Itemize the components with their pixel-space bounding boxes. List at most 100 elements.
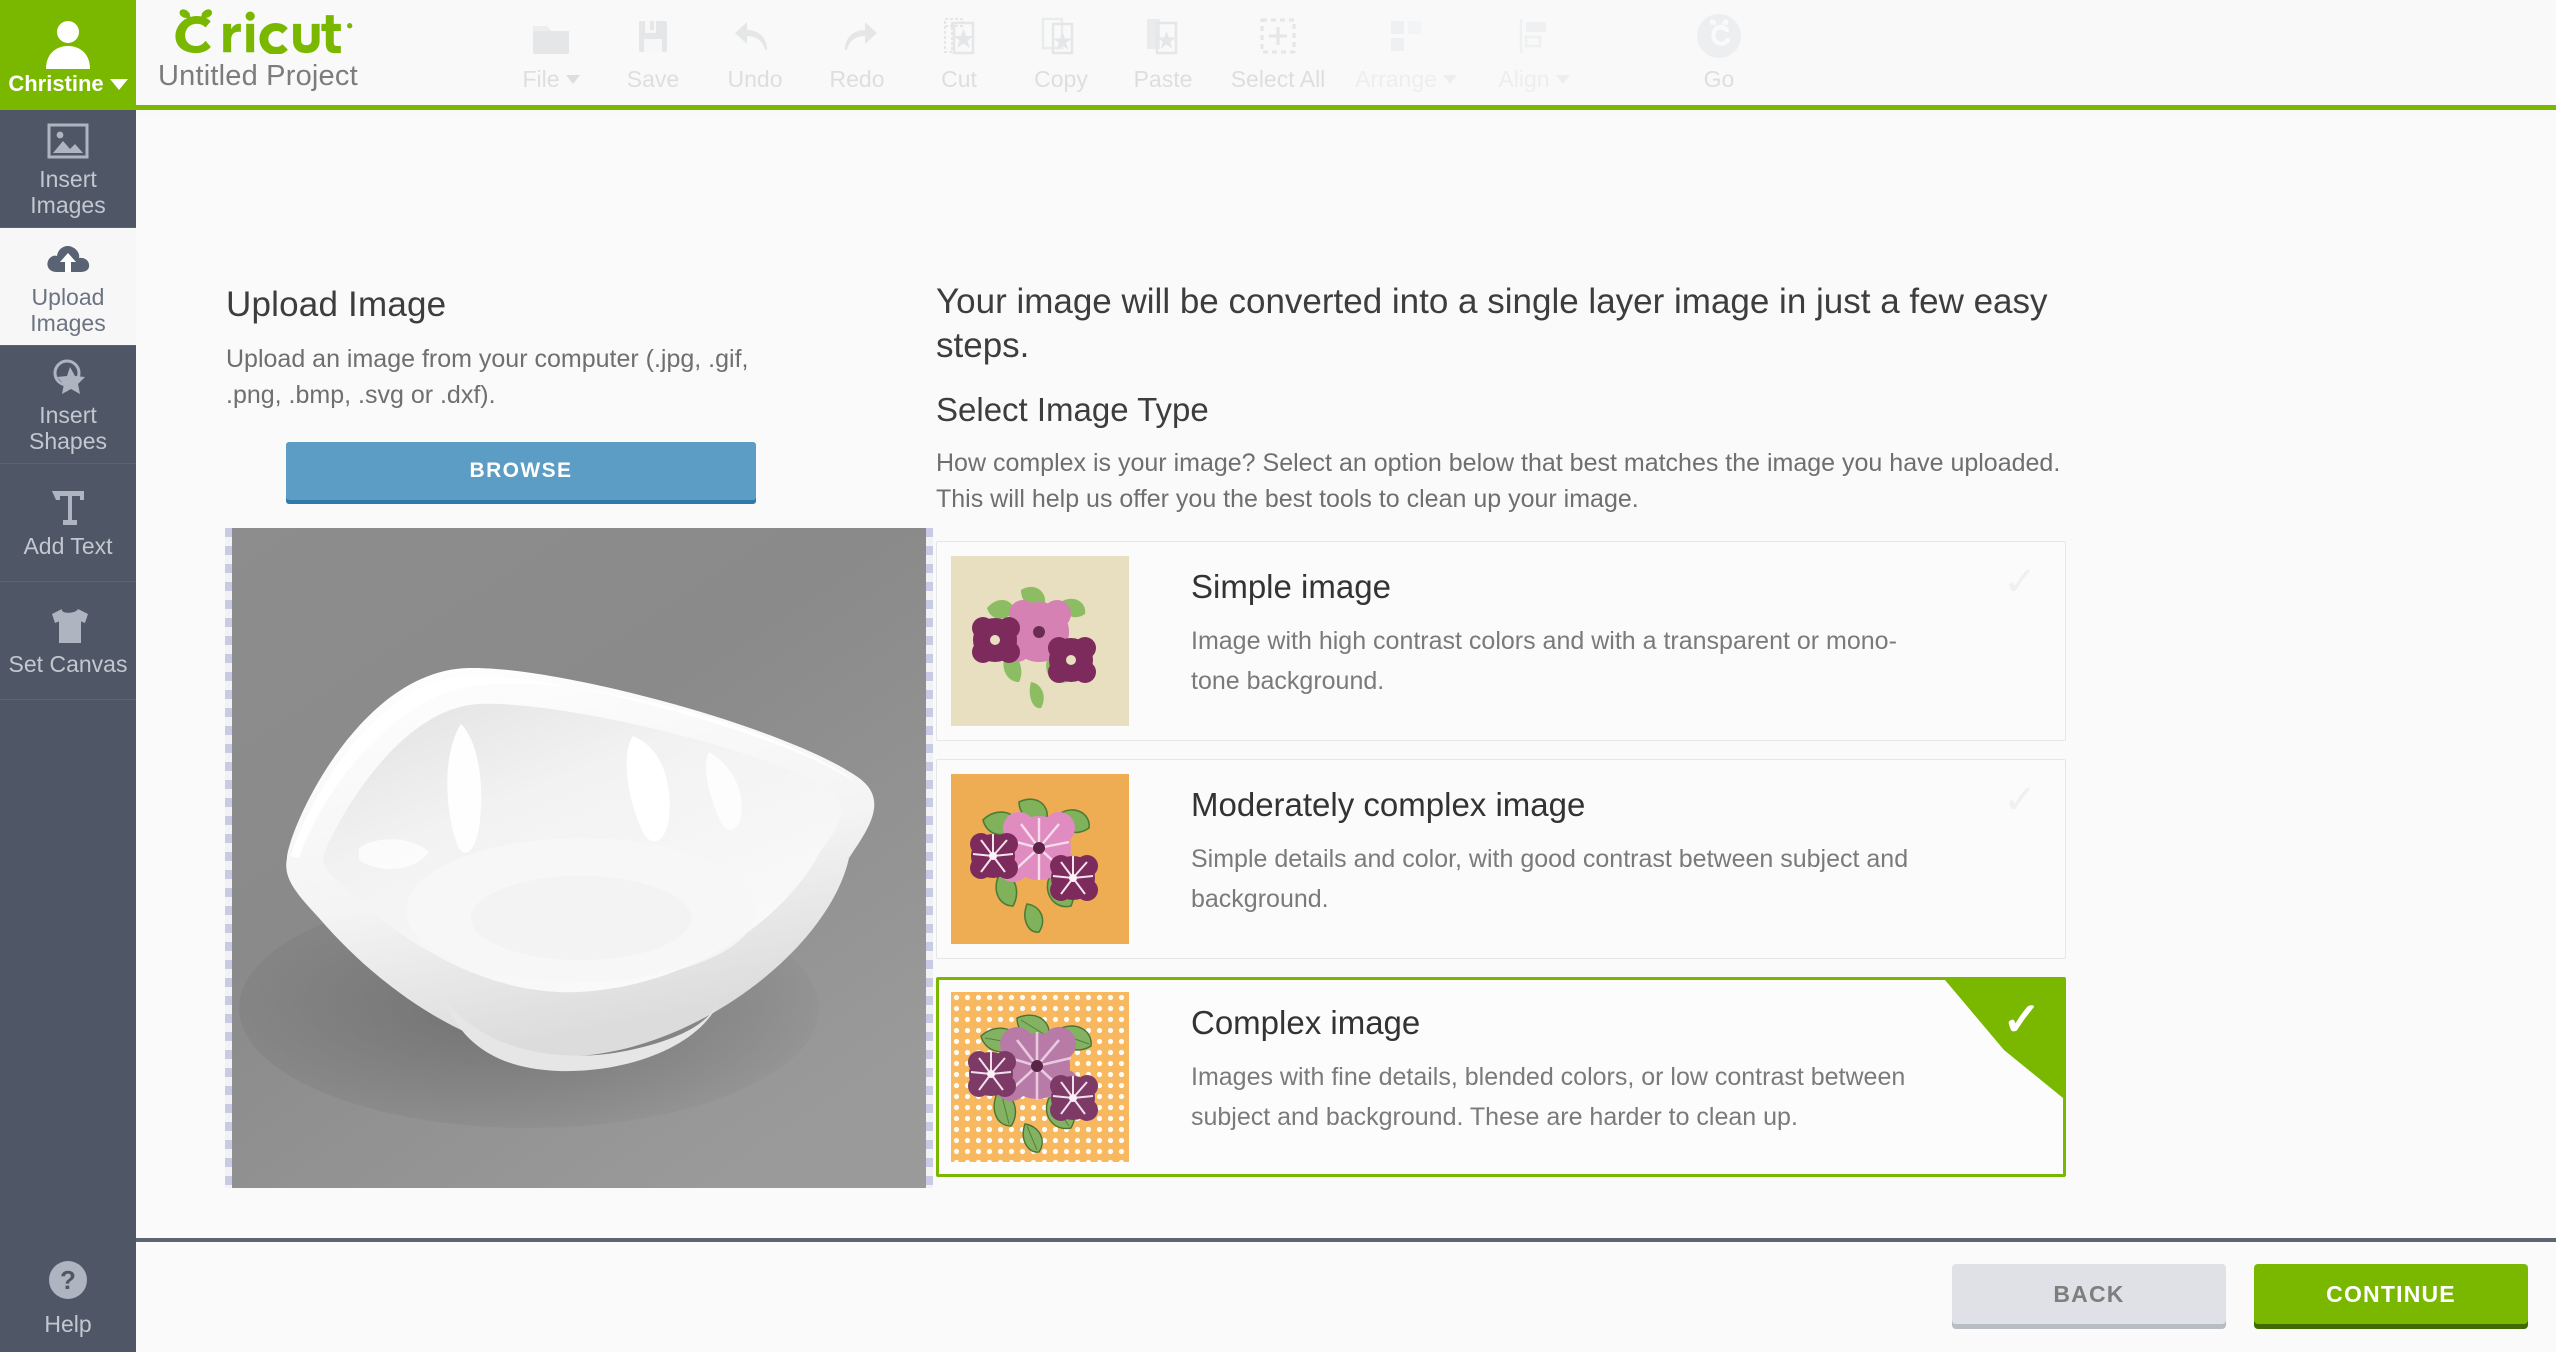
brand-block: Untitled Project xyxy=(158,8,368,93)
toolbar-save[interactable]: Save xyxy=(602,0,704,105)
text-t-icon xyxy=(50,486,86,530)
toolbar-arrange[interactable]: Arrange xyxy=(1342,0,1470,105)
cricut-logo-icon xyxy=(175,9,353,54)
cricut-go-icon xyxy=(1695,12,1743,60)
option-name: Complex image xyxy=(1191,1004,1421,1042)
option-text-block: Simple image Image with high contrast co… xyxy=(1129,556,1931,701)
sidebar-item-label: Add Text xyxy=(23,532,113,559)
footer-bar: BACK CONTINUE xyxy=(136,1242,2556,1352)
toolbar-align[interactable]: Align xyxy=(1470,0,1598,105)
toolbar-paste-label: Paste xyxy=(1133,66,1193,92)
arrange-icon xyxy=(1384,12,1428,60)
toolbar-redo[interactable]: Redo xyxy=(806,0,908,105)
image-type-option-list: Simple image Image with high contrast co… xyxy=(936,541,2336,1178)
browse-button[interactable]: BROWSE xyxy=(286,441,756,500)
sidebar-item-label: Set Canvas xyxy=(8,650,128,677)
paste-icon xyxy=(1141,12,1185,60)
user-name-label: Christine xyxy=(8,71,104,96)
toolbar-file[interactable]: File xyxy=(500,0,602,105)
toolbar-cut[interactable]: Cut xyxy=(908,0,1010,105)
chevron-down-icon xyxy=(109,78,128,90)
main-toolbar: File Save Undo Redo Cut Copy Paste Selec… xyxy=(500,0,1770,105)
left-sidebar: Insert Images Upload Images Insert Shapes A… xyxy=(0,110,136,1352)
sidebar-item-set-canvas[interactable]: Set Canvas xyxy=(0,582,136,700)
copy-icon xyxy=(1039,12,1083,60)
footer-button-row: BACK CONTINUE xyxy=(1952,1264,2528,1324)
toolbar-align-label: Align xyxy=(1498,66,1550,92)
option-description: Images with fine details, blended colors… xyxy=(1191,1063,1906,1131)
sidebar-help-label: Help xyxy=(44,1310,92,1337)
select-image-type-heading: Select Image Type xyxy=(936,390,1209,428)
toolbar-redo-label: Redo xyxy=(829,66,885,92)
sidebar-item-upload-images[interactable]: Upload Images xyxy=(0,228,136,346)
user-avatar-icon xyxy=(42,17,94,69)
option-text-block: Complex image Images with fine details, … xyxy=(1129,992,1931,1137)
main-content: Upload Image Upload an image from your c… xyxy=(136,115,2556,1238)
question-mark-icon: ? xyxy=(47,1259,89,1306)
toolbar-arrange-label: Arrange xyxy=(1355,66,1437,92)
uploaded-image-preview xyxy=(229,527,929,1188)
toolbar-undo-label: Undo xyxy=(727,66,783,92)
toolbar-paste[interactable]: Paste xyxy=(1112,0,1214,105)
toolbar-select-all[interactable]: Select All xyxy=(1214,0,1342,105)
upload-panel-title: Upload Image xyxy=(226,285,447,324)
toolbar-undo[interactable]: Undo xyxy=(704,0,806,105)
sidebar-item-label: Upload Images xyxy=(30,283,106,336)
select-image-type-description: How complex is your image? Select an opt… xyxy=(936,448,2061,514)
select-all-icon xyxy=(1256,12,1300,60)
undo-arrow-icon xyxy=(733,12,777,60)
folder-icon xyxy=(529,12,573,60)
cricut-design-space-app: Christine Untitled Project File Save Und… xyxy=(0,0,2556,1352)
sidebar-item-label: Insert Images xyxy=(30,165,106,218)
shapes-star-icon xyxy=(46,355,90,399)
image-type-option-complex[interactable]: Complex image Images with fine details, … xyxy=(936,977,2066,1178)
toolbar-go-label: Go xyxy=(1703,66,1735,92)
sidebar-item-help[interactable]: ? Help xyxy=(0,1244,136,1352)
align-icon xyxy=(1512,12,1556,60)
toolbar-file-label: File xyxy=(522,66,560,92)
chevron-down-icon xyxy=(1442,75,1457,84)
toolbar-cut-label: Cut xyxy=(941,66,977,92)
sidebar-item-label: Insert Shapes xyxy=(28,401,107,454)
image-type-option-moderate[interactable]: Moderately complex image Simple details … xyxy=(936,759,2066,960)
image-preview-area[interactable] xyxy=(225,527,933,1188)
user-account-menu[interactable]: Christine xyxy=(0,0,136,105)
cut-icon xyxy=(937,12,981,60)
option-text-block: Moderately complex image Simple details … xyxy=(1129,774,1931,919)
project-title: Untitled Project xyxy=(158,60,358,92)
image-type-option-simple[interactable]: Simple image Image with high contrast co… xyxy=(936,541,2066,742)
chevron-down-icon xyxy=(565,75,580,84)
selection-handle-right[interactable] xyxy=(926,527,933,1188)
toolbar-copy[interactable]: Copy xyxy=(1010,0,1112,105)
cloud-upload-icon xyxy=(45,237,91,281)
app-header: Christine Untitled Project File Save Und… xyxy=(0,0,2556,110)
toolbar-save-label: Save xyxy=(626,66,680,92)
upload-panel-subtitle: Upload an image from your computer (.jpg… xyxy=(226,345,749,410)
option-description: Simple details and color, with good cont… xyxy=(1191,845,1909,913)
checkmark-icon: ✓ xyxy=(2003,778,2037,823)
back-button[interactable]: BACK xyxy=(1952,1264,2226,1324)
option-description: Image with high contrast colors and with… xyxy=(1191,627,1897,695)
sidebar-item-add-text[interactable]: Add Text xyxy=(0,464,136,582)
svg-text:?: ? xyxy=(60,1265,76,1295)
checkmark-icon: ✓ xyxy=(2003,560,2037,605)
toolbar-go[interactable]: Go xyxy=(1668,0,1770,105)
option-name: Moderately complex image xyxy=(1191,786,1586,824)
tshirt-icon xyxy=(46,604,90,648)
option-name: Simple image xyxy=(1191,568,1391,606)
image-type-panel: Your image will be converted into a sing… xyxy=(936,280,2336,1195)
picture-icon xyxy=(47,119,89,163)
toolbar-copy-label: Copy xyxy=(1034,66,1088,92)
sidebar-item-insert-shapes[interactable]: Insert Shapes xyxy=(0,346,136,464)
chevron-down-icon xyxy=(1555,75,1570,84)
option-thumbnail-moderate xyxy=(951,774,1129,945)
floppy-disk-icon xyxy=(631,12,675,60)
conversion-intro-text: Your image will be converted into a sing… xyxy=(936,282,2048,366)
continue-button[interactable]: CONTINUE xyxy=(2254,1264,2528,1324)
checkmark-icon: ✓ xyxy=(2002,993,2041,1046)
sidebar-item-insert-images[interactable]: Insert Images xyxy=(0,110,136,228)
option-thumbnail-complex xyxy=(951,992,1129,1163)
selection-handle-left[interactable] xyxy=(225,527,232,1188)
option-thumbnail-simple xyxy=(951,556,1129,727)
upload-image-panel: Upload Image Upload an image from your c… xyxy=(225,285,933,1188)
